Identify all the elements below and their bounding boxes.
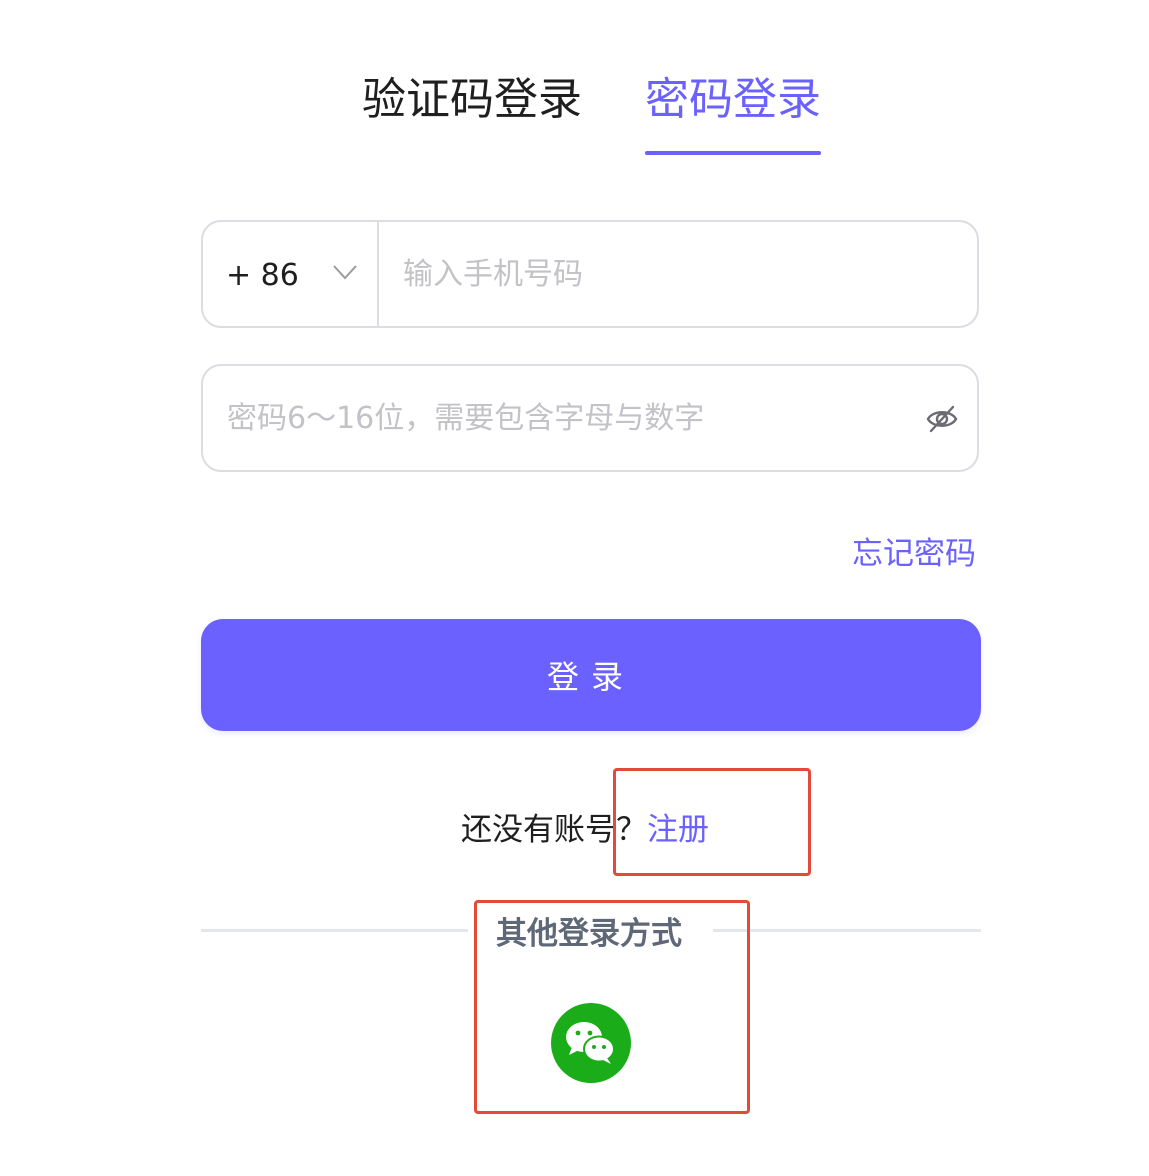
eye-off-icon[interactable] [925,404,959,434]
tab-sms-login[interactable]: 验证码登录 [362,70,582,130]
login-button[interactable]: 登录 [201,619,981,731]
active-tab-indicator [645,151,821,155]
phone-input[interactable] [403,252,953,296]
tab-password-login[interactable]: 密码登录 [645,70,821,130]
highlight-box-register [613,768,811,876]
country-code-select[interactable]: + 86 [203,222,379,326]
divider-left [201,929,468,932]
forgot-password-link[interactable]: 忘记密码 [852,532,976,576]
divider-right [713,929,981,932]
country-code-value: + 86 [226,258,299,293]
password-input[interactable] [227,396,907,440]
password-field [201,364,979,472]
login-tabs: 验证码登录 密码登录 [0,70,1149,160]
highlight-box-other-login [474,900,750,1114]
phone-field: + 86 [201,220,979,328]
chevron-down-icon [333,265,357,280]
